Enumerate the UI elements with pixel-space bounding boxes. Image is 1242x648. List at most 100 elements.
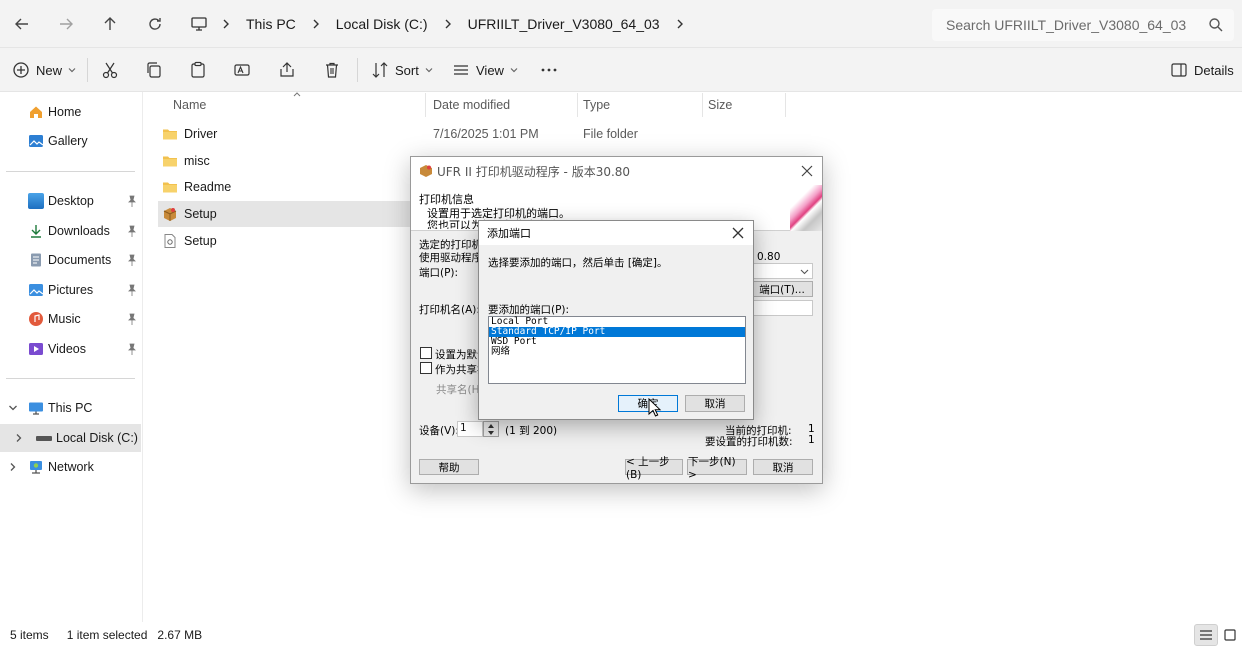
port-listbox[interactable]: Local Port Standard TCP/IP Port WSD Port… xyxy=(488,316,746,384)
paste-button[interactable] xyxy=(189,56,207,84)
add-port-button[interactable]: 端口(T)... xyxy=(751,281,813,297)
pin-icon[interactable] xyxy=(127,284,137,296)
computer-icon[interactable] xyxy=(190,15,208,33)
search-input[interactable]: Search UFRIILT_Driver_V3080_64_03 xyxy=(932,9,1234,41)
chevron-down-icon xyxy=(425,68,433,73)
list-view-icon xyxy=(454,65,468,75)
refresh-button[interactable] xyxy=(143,12,167,36)
new-label: New xyxy=(36,62,63,78)
next-step-button[interactable]: 下一步(N) > xyxy=(687,456,747,481)
forward-button[interactable] xyxy=(54,12,78,36)
file-name: Setup xyxy=(184,207,217,221)
column-divider[interactable] xyxy=(785,93,786,117)
port-list-label: 要添加的端口(P): xyxy=(488,304,570,316)
port-option-wsd[interactable]: WSD Port xyxy=(489,337,745,347)
pin-icon[interactable] xyxy=(127,195,137,207)
delete-button[interactable] xyxy=(323,56,341,84)
chevron-right-icon[interactable] xyxy=(672,16,688,32)
view-button[interactable]: View xyxy=(452,56,518,84)
wizard-cancel-button[interactable]: 取消 xyxy=(753,459,813,475)
sidebar-item-pictures[interactable]: Pictures xyxy=(0,276,141,304)
clipboard-icon xyxy=(191,61,205,78)
breadcrumb-this-pc[interactable]: This PC xyxy=(240,16,302,32)
column-header-type[interactable]: Type xyxy=(583,92,610,118)
port-option-network[interactable]: 网络 xyxy=(489,347,745,357)
pin-icon[interactable] xyxy=(127,254,137,266)
breadcrumb-local-disk[interactable]: Local Disk (C:) xyxy=(330,16,434,32)
printer-name-label: 打印机名(A): xyxy=(419,304,480,316)
sort-button[interactable]: Sort xyxy=(371,56,433,84)
printer-name-input[interactable] xyxy=(751,300,813,316)
status-item-count: 5 items xyxy=(10,628,49,642)
version-fragment: 0.80 xyxy=(757,251,781,263)
sidebar-item-documents[interactable]: Documents xyxy=(0,246,141,274)
details-pane-button[interactable]: Details xyxy=(1170,56,1234,84)
chevron-right-icon[interactable] xyxy=(440,16,456,32)
chevron-right-icon[interactable] xyxy=(14,433,24,443)
pin-icon[interactable] xyxy=(127,225,137,237)
toolbar-divider xyxy=(357,58,358,82)
sidebar-item-this-pc[interactable]: This PC xyxy=(0,394,141,422)
rename-button[interactable] xyxy=(233,56,251,84)
details-view-button[interactable] xyxy=(1194,624,1218,646)
sidebar-divider xyxy=(6,378,135,379)
file-row-setup-exe[interactable]: Setup xyxy=(158,201,410,227)
sidebar-item-desktop[interactable]: Desktop xyxy=(0,187,141,215)
file-name: Setup xyxy=(184,234,217,248)
pin-icon[interactable] xyxy=(127,313,137,325)
sidebar-item-music[interactable]: Music xyxy=(0,305,141,333)
tiles-view-button[interactable] xyxy=(1218,624,1242,646)
breadcrumb-driver-folder[interactable]: UFRIILT_Driver_V3080_64_03 xyxy=(462,16,666,32)
sidebar-item-home[interactable]: Home xyxy=(0,98,141,126)
new-button[interactable]: New xyxy=(12,56,76,84)
share-checkbox[interactable] xyxy=(420,362,432,374)
column-divider[interactable] xyxy=(577,93,578,117)
chevron-down-icon xyxy=(68,68,76,73)
up-button[interactable] xyxy=(98,12,122,36)
spin-down-icon[interactable] xyxy=(487,430,495,436)
close-icon[interactable] xyxy=(731,226,745,240)
sidebar-item-label: Downloads xyxy=(48,224,110,238)
column-header-name[interactable]: Name xyxy=(173,92,206,118)
add-port-titlebar[interactable]: 添加端口 xyxy=(479,221,753,245)
ellipsis-icon xyxy=(541,68,557,72)
chevron-down-icon[interactable] xyxy=(8,403,18,413)
port-dropdown[interactable] xyxy=(751,263,813,279)
chevron-right-icon[interactable] xyxy=(218,16,234,32)
port-label: 端口(P): xyxy=(419,267,459,279)
close-icon[interactable] xyxy=(800,164,814,178)
sidebar-item-gallery[interactable]: Gallery xyxy=(0,127,141,155)
chevron-right-icon[interactable] xyxy=(8,462,18,472)
pin-icon[interactable] xyxy=(127,343,137,355)
file-row-setup-ini[interactable]: Setup xyxy=(158,228,410,254)
spin-up-icon[interactable] xyxy=(487,423,495,429)
help-button[interactable]: 帮助 xyxy=(419,459,479,475)
copy-button[interactable] xyxy=(145,56,163,84)
set-default-checkbox[interactable] xyxy=(420,347,432,359)
device-count-input[interactable]: 1 xyxy=(457,421,483,437)
share-button[interactable] xyxy=(278,56,296,84)
column-header-size[interactable]: Size xyxy=(708,92,732,118)
column-header-date[interactable]: Date modified xyxy=(433,92,510,118)
cut-button[interactable] xyxy=(101,56,119,84)
sidebar-item-videos[interactable]: Videos xyxy=(0,335,141,363)
sidebar-item-network[interactable]: Network xyxy=(0,453,141,481)
copy-icon xyxy=(147,62,161,78)
file-row-readme[interactable]: Readme xyxy=(158,174,410,200)
back-step-button[interactable]: < 上一步(B) xyxy=(625,456,683,481)
wizard-titlebar[interactable]: UFR II 打印机驱动程序 - 版本30.80 xyxy=(411,157,822,185)
sidebar-item-downloads[interactable]: Downloads xyxy=(0,217,141,245)
sidebar-item-label: This PC xyxy=(48,401,93,415)
sidebar-item-local-disk[interactable]: Local Disk (C:) xyxy=(0,424,141,452)
file-row-misc[interactable]: misc xyxy=(158,148,410,174)
column-divider[interactable] xyxy=(702,93,703,117)
add-port-cancel-button[interactable]: 取消 xyxy=(685,395,745,412)
column-divider[interactable] xyxy=(425,93,426,117)
back-button[interactable] xyxy=(10,12,34,36)
device-spinner[interactable] xyxy=(483,421,499,437)
more-options-button[interactable] xyxy=(540,56,558,84)
wizard-title: UFR II 打印机驱动程序 - 版本30.80 xyxy=(437,164,631,179)
chevron-right-icon[interactable] xyxy=(308,16,324,32)
video-icon xyxy=(29,343,43,355)
file-row-driver[interactable]: Driver xyxy=(158,121,410,147)
